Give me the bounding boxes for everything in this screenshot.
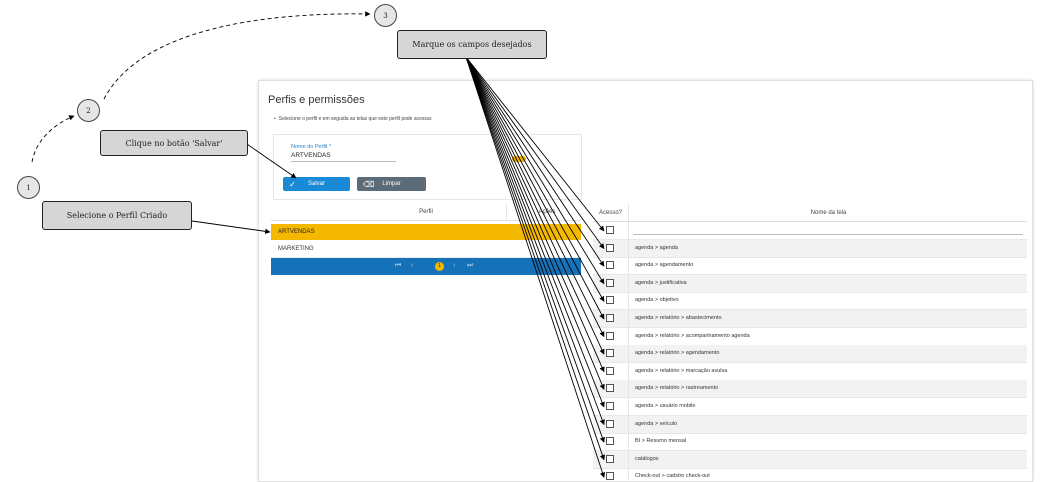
page-description: Selecione o perfil e em seguida as telas… [274,116,433,122]
permission-row: agenda > objetivo [593,292,1027,311]
status-chip [512,156,526,162]
column-divider [628,450,629,468]
permission-row: agenda > agenda [593,239,1027,258]
screen-name-cell: agenda > relatório > acompanhamento agen… [635,332,750,339]
profiles-permissions-window: Perfis e permissões Selecione o perfil e… [258,80,1033,482]
access-checkbox[interactable] [606,419,614,428]
column-divider [628,380,629,398]
profile-name-label: Nome do Perfil * [291,144,332,150]
callout-mark-fields: Marque os campos desejados [397,30,547,59]
access-checkbox[interactable] [606,296,614,305]
column-divider [628,345,629,363]
profile-row[interactable]: MARKETING [271,241,581,258]
callout-click-save: Clique no botão 'Salvar' [100,130,248,156]
save-button-label: Salvar [307,181,325,187]
column-divider [628,274,629,292]
access-checkbox[interactable] [606,314,614,322]
screen-name-cell: agenda > justificativa [635,279,687,286]
access-checkbox[interactable] [606,349,614,358]
permission-row: agenda > veículo [593,415,1027,434]
column-divider [628,239,629,257]
screen-name-cell: agenda > objetivo [635,297,679,304]
access-checkbox[interactable] [606,437,614,446]
screen-name-cell: agenda > relatório > rastreamento [635,385,719,392]
screen-name-cell: agenda > usuário mobile [635,403,696,409]
profile-name-input[interactable]: ARTVENDAS [291,152,396,162]
access-checkbox[interactable] [606,454,614,463]
permissions-table-header: Acesso? Nome da tela [593,204,1027,222]
actions-column-header: Ações [506,204,587,220]
page-title: Perfis e permissões [268,94,365,106]
clear-button-label: Limpar [382,181,401,187]
screen-name-cell: agenda > relatório > abastecimento [635,315,722,321]
dashed-connector-1-2 [31,115,75,163]
column-divider [628,415,629,433]
permissions-filter-row [593,222,1027,240]
first-page-button[interactable]: ⏮ [395,262,401,270]
permission-row: agenda > relatório > rastreamento [593,380,1027,399]
permission-row: agenda > relatório > acompanhamento agen… [593,327,1027,346]
profiles-table-header: Perfil Ações [271,204,581,221]
current-page-button[interactable]: 1 [435,262,444,271]
access-checkbox[interactable] [606,402,614,410]
screen-name-cell: agenda > relatório > agendamento [635,350,720,357]
profile-name-cell: ARTVENDAS [278,229,315,235]
last-page-button[interactable]: ⏭ [467,262,473,270]
pagination-bar: ⏮ ‹ 1 › ⏭ [271,258,581,275]
permission-row: catálogos [593,450,1027,469]
column-divider [628,362,629,380]
column-divider [628,398,629,415]
access-checkbox[interactable] [606,261,614,270]
step-3-circle: 3 [374,4,397,27]
permission-row: agenda > relatório > abastecimento [593,310,1027,328]
profile-name-cell: MARKETING [278,246,314,252]
screen-name-cell: agenda > agendamento [635,262,694,269]
permission-row: agenda > usuário mobile [593,398,1027,416]
prev-page-button[interactable]: ‹ [411,262,413,269]
permission-row: BI > Resumo mensal [593,433,1027,452]
access-checkbox[interactable] [606,278,614,287]
permission-row: agenda > relatório > agendamento [593,345,1027,364]
next-page-button[interactable]: › [453,262,455,269]
profile-form-card: Nome do Perfil * ARTVENDAS ✓ Salvar ⌫ Li… [273,134,582,200]
save-button[interactable]: ✓ Salvar [283,177,350,191]
access-checkbox[interactable] [606,226,614,234]
screen-name-cell: agenda > agenda [635,244,678,251]
step-2-circle: 2 [77,99,100,122]
access-checkbox[interactable] [606,472,614,481]
callout-select-profile: Selecione o Perfil Criado [42,201,192,230]
column-divider [628,292,629,310]
permission-row: agenda > agendamento [593,257,1027,276]
screen-name-cell: agenda > relatório > marcação avulsa [635,367,728,374]
step-1-circle: 1 [17,176,40,199]
screen-name-cell: catálogos [635,455,659,462]
access-checkbox[interactable] [606,384,614,393]
permission-row: agenda > justificativa [593,274,1027,293]
permission-row: agenda > relatório > marcação avulsa [593,362,1027,381]
access-checkbox[interactable] [606,366,614,375]
column-divider [628,222,629,239]
column-divider [628,433,629,451]
screen-name-cell: Check-out > cadstro check-out [635,473,710,480]
access-column-header: Acesso? [598,209,622,216]
access-checkbox[interactable] [606,331,614,340]
screen-name-column-header: Nome da tela [628,204,1028,221]
screen-name-cell: BI > Resumo mensal [635,438,687,445]
screen-name-filter-input[interactable] [633,234,1023,235]
access-checkbox[interactable] [606,243,614,252]
clear-button[interactable]: ⌫ Limpar [357,177,426,191]
profile-row-selected[interactable]: ARTVENDAS [271,224,581,240]
profile-column-header: Perfil [419,209,433,215]
column-divider [628,310,629,327]
column-divider [628,257,629,275]
column-divider [628,327,629,345]
screen-name-cell: agenda > veículo [635,420,678,427]
